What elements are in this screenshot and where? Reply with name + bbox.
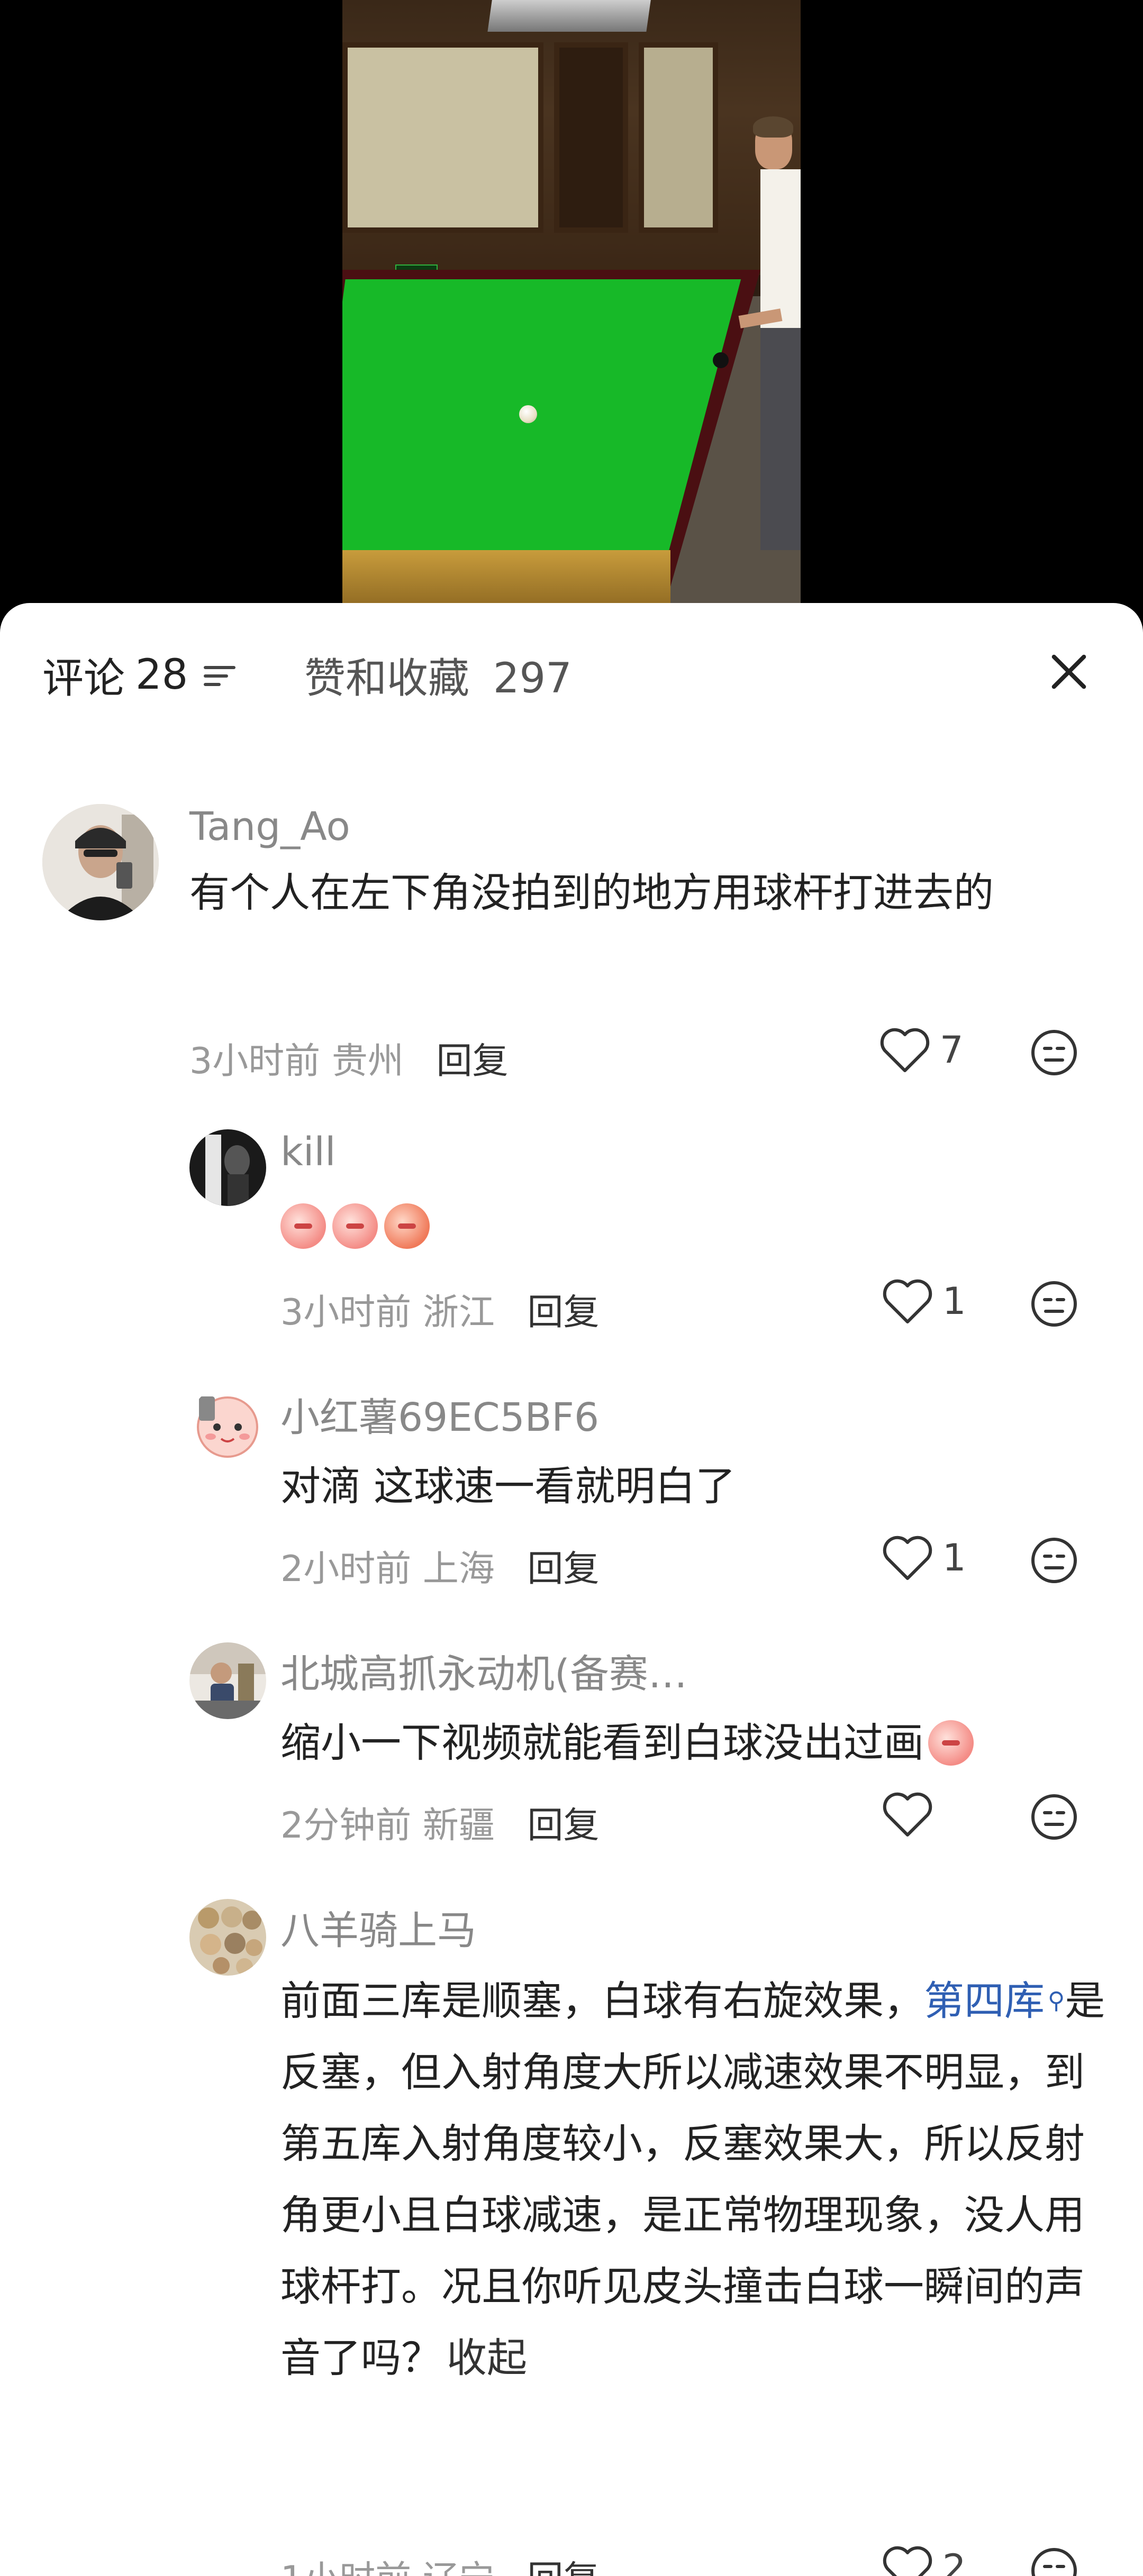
like-button[interactable]: 1 [881,1534,966,1582]
likes-count: 297 [493,655,572,702]
video-area[interactable] [0,0,1143,614]
comment-text[interactable]: 有个人在左下角没拍到的地方用球杆打进去的 [189,857,1068,928]
reply-button[interactable]: 回复 [437,1040,509,1082]
comment-time: 1小时前 [280,2559,411,2576]
comments-label: 评论 [42,655,125,702]
heart-icon [883,1792,932,1837]
video-person-pants [760,328,801,550]
comment-text-part: 前面三库是顺塞，白球有右旋效果， [280,1977,924,2024]
comment-time: 2分钟前 [280,1805,412,1847]
like-button[interactable]: 7 [878,1026,964,1074]
sheet-header: 评论 28 赞和收藏 297 [0,603,1143,741]
avatar[interactable] [189,1899,266,1976]
video-wall-panel [342,42,543,233]
reply-button[interactable]: 回复 [528,2559,600,2576]
video-wall-panel [639,42,718,233]
thumbs-up-emoji-icon [280,1203,326,1249]
comment-author[interactable]: 八羊骑上马 [280,1899,476,1956]
video-person-shirt [760,169,801,328]
reply-button[interactable]: 回复 [528,1548,600,1590]
avatar[interactable] [189,1642,266,1719]
search-link[interactable]: 第四库 ⚲ [924,1977,1065,2024]
comment-text[interactable]: 前面三库是顺塞，白球有右旋效果，第四库 ⚲是反塞，但入射角度大所以减速效果不明显，… [280,1965,1106,2394]
reply-item[interactable]: kill 3小时前 浙江 回复 1 [0,1129,1143,1341]
meh-icon[interactable] [1029,1027,1080,1078]
avatar[interactable] [189,1129,266,1206]
comment-sheet: 评论 28 赞和收藏 297 Tang_Ao 有个人在左下角没拍到的地方用球杆打… [0,603,1143,2576]
comment-time: 2小时前 [280,1548,412,1590]
like-button[interactable] [881,1791,942,1838]
comment-location: 贵州 [331,1040,404,1082]
laughing-emoji-icon [384,1203,430,1249]
comment-time: 3小时前 [280,1292,412,1333]
comment-text-row[interactable]: 缩小一下视频就能看到白球没出过画 [280,1716,974,1769]
meh-icon[interactable] [1029,2545,1080,2576]
video-person [738,111,801,550]
reply-button[interactable]: 回复 [528,1805,600,1847]
comment-author[interactable]: kill [280,1129,336,1175]
smile-emoji-icon [928,1720,974,1766]
comment-meta: 2分钟前 新疆 回复 [280,1796,600,1848]
video-frame[interactable] [342,0,801,614]
comment-author[interactable]: 北城高抓永动机(备赛… [280,1642,687,1699]
comment-location: 辽宁 [423,2559,495,2576]
comment-time: 3小时前 [189,1040,321,1082]
comment-meta: 1小时前 辽宁 回复 [280,2550,600,2576]
comment-author[interactable]: 小红薯69EC5BF6 [280,1386,599,1442]
likes-label: 赞和收藏 [304,655,470,702]
reply-item[interactable]: 八羊骑上马 前面三库是顺塞，白球有右旋效果，第四库 ⚲是反塞，但入射角度大所以减速… [0,1899,1143,2576]
meh-icon[interactable] [1029,1535,1080,1586]
thumbs-up-emoji-icon [332,1203,378,1249]
search-link-label: 第四库 [924,1977,1045,2024]
like-button[interactable]: 2 [881,2544,966,2576]
comment-location: 浙江 [422,1292,495,1333]
like-count: 2 [942,2546,966,2576]
video-wall-panel [554,42,628,233]
tab-comments[interactable]: 评论 28 [42,645,236,705]
comment-location: 新疆 [422,1805,495,1847]
heart-icon [883,1536,932,1580]
reply-item[interactable]: 小红薯69EC5BF6 对滴 这球速一看就明白了 2小时前 上海 回复 1 [0,1386,1143,1597]
reply-item[interactable]: 北城高抓永动机(备赛… 缩小一下视频就能看到白球没出过画 2分钟前 新疆 回复 [0,1642,1143,1854]
tab-likes-collects[interactable]: 赞和收藏 297 [304,645,572,705]
like-count: 7 [940,1028,964,1072]
sort-icon[interactable] [204,662,236,688]
meh-icon[interactable] [1029,1792,1080,1842]
comment-meta: 3小时前 贵州 回复 [189,1031,509,1084]
heart-icon [880,1028,930,1072]
emoji-row [280,1203,430,1256]
video-pocket [713,352,729,368]
comment-text: 缩小一下视频就能看到白球没出过画 [280,1719,924,1766]
video-cue-ball [519,405,537,423]
like-count: 1 [942,1280,966,1323]
heart-icon [883,2546,932,2576]
comment-meta: 2小时前 上海 回复 [280,1539,600,1592]
search-icon: ⚲ [1048,1987,1065,2014]
collapse-button[interactable]: 收起 [447,2334,527,2381]
comments-count: 28 [135,651,188,699]
comment-text-part: 是反塞，但入射角度大所以减速效果不明显，到第五库入射角度较小，反塞效果大，所以反… [280,1977,1105,2381]
comment-text[interactable]: 对滴 这球速一看就明白了 [280,1460,1064,1513]
heart-icon [883,1279,932,1323]
like-button[interactable]: 1 [881,1277,966,1325]
avatar[interactable] [42,804,159,920]
video-light [487,0,652,32]
comment-item[interactable]: Tang_Ao 有个人在左下角没拍到的地方用球杆打进去的 3小时前 贵州 回复 … [0,804,1143,1082]
comment-location: 上海 [422,1548,495,1590]
comment-meta: 3小时前 浙江 回复 [280,1283,600,1335]
avatar[interactable] [189,1386,266,1463]
like-count: 1 [942,1536,966,1579]
video-person-hair [753,116,793,138]
close-icon[interactable] [1048,651,1090,693]
meh-icon[interactable] [1029,1278,1080,1329]
comment-author[interactable]: Tang_Ao [189,804,350,849]
reply-button[interactable]: 回复 [528,1292,600,1333]
